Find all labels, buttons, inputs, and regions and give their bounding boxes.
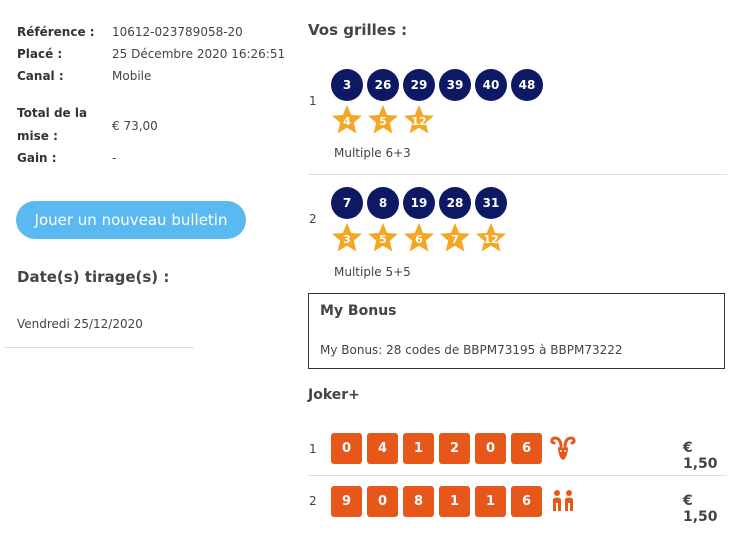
draw-dates-title: Date(s) tirage(s) : bbox=[17, 268, 170, 286]
joker-title: Joker+ bbox=[308, 387, 360, 403]
ball: 48 bbox=[511, 69, 543, 101]
ball: 7 bbox=[331, 187, 363, 219]
total-label-line1: Total de la bbox=[17, 106, 88, 120]
joker-divider bbox=[308, 475, 727, 476]
joker-amount: € 1,50 bbox=[683, 440, 718, 472]
ball: 40 bbox=[475, 69, 507, 101]
gain-value: - bbox=[112, 151, 117, 165]
star-number: 6 bbox=[415, 232, 423, 246]
star-number: 7 bbox=[451, 232, 459, 246]
star-number: 5 bbox=[379, 114, 387, 128]
joker-digit: 0 bbox=[475, 433, 506, 464]
gemini-icon bbox=[549, 487, 577, 515]
joker-digit: 0 bbox=[367, 486, 398, 517]
joker-amount: € 1,50 bbox=[683, 493, 718, 525]
gain-label: Gain : bbox=[17, 151, 57, 165]
reference-label: Référence : bbox=[17, 25, 95, 39]
star-icon: 5 bbox=[367, 104, 399, 136]
star-icon: 12 bbox=[475, 222, 507, 254]
ball: 8 bbox=[367, 187, 399, 219]
ball: 3 bbox=[331, 69, 363, 101]
left-divider bbox=[5, 347, 194, 348]
total-value: € 73,00 bbox=[112, 119, 158, 133]
ball: 28 bbox=[439, 187, 471, 219]
star-icon: 3 bbox=[331, 222, 363, 254]
star-number: 12 bbox=[411, 114, 427, 128]
joker-index: 2 bbox=[309, 494, 317, 508]
joker-digit: 9 bbox=[331, 486, 362, 517]
bonus-box: My Bonus My Bonus: 28 codes de BBPM73195… bbox=[308, 293, 725, 369]
placed-value: 25 Décembre 2020 16:26:51 bbox=[112, 47, 286, 61]
bonus-title: My Bonus bbox=[320, 303, 397, 319]
bonus-text: My Bonus: 28 codes de BBPM73195 à BBPM73… bbox=[320, 343, 623, 357]
joker-digit: 6 bbox=[511, 433, 542, 464]
joker-index: 1 bbox=[309, 442, 317, 456]
grid-divider bbox=[308, 174, 727, 175]
star-icon: 12 bbox=[403, 104, 435, 136]
joker-digit: 1 bbox=[403, 433, 434, 464]
play-new-ticket-button[interactable]: Jouer un nouveau bulletin bbox=[16, 201, 246, 239]
placed-label: Placé : bbox=[17, 47, 63, 61]
star-icon: 5 bbox=[367, 222, 399, 254]
ball: 26 bbox=[367, 69, 399, 101]
aries-icon bbox=[549, 435, 577, 463]
grids-title: Vos grilles : bbox=[308, 21, 408, 39]
grid-index: 1 bbox=[309, 94, 317, 108]
grid-index: 2 bbox=[309, 212, 317, 226]
joker-digit: 0 bbox=[331, 433, 362, 464]
joker-digit: 2 bbox=[439, 433, 470, 464]
joker-digit: 6 bbox=[511, 486, 542, 517]
channel-label: Canal : bbox=[17, 69, 64, 83]
star-number: 5 bbox=[379, 232, 387, 246]
star-icon: 7 bbox=[439, 222, 471, 254]
ball: 31 bbox=[475, 187, 507, 219]
star-icon: 4 bbox=[331, 104, 363, 136]
joker-digit: 8 bbox=[403, 486, 434, 517]
reference-value: 10612-023789058-20 bbox=[112, 25, 243, 39]
grid-type: Multiple 5+5 bbox=[334, 265, 411, 279]
star-number: 3 bbox=[343, 232, 351, 246]
total-label-line2: mise : bbox=[17, 129, 58, 143]
ball: 39 bbox=[439, 69, 471, 101]
star-icon: 6 bbox=[403, 222, 435, 254]
ball: 29 bbox=[403, 69, 435, 101]
draw-date-value: Vendredi 25/12/2020 bbox=[17, 317, 143, 331]
joker-digit: 4 bbox=[367, 433, 398, 464]
star-number: 12 bbox=[483, 232, 499, 246]
joker-digit: 1 bbox=[475, 486, 506, 517]
star-number: 4 bbox=[343, 114, 351, 128]
grid-type: Multiple 6+3 bbox=[334, 146, 411, 160]
joker-digit: 1 bbox=[439, 486, 470, 517]
channel-value: Mobile bbox=[112, 69, 152, 83]
ball: 19 bbox=[403, 187, 435, 219]
